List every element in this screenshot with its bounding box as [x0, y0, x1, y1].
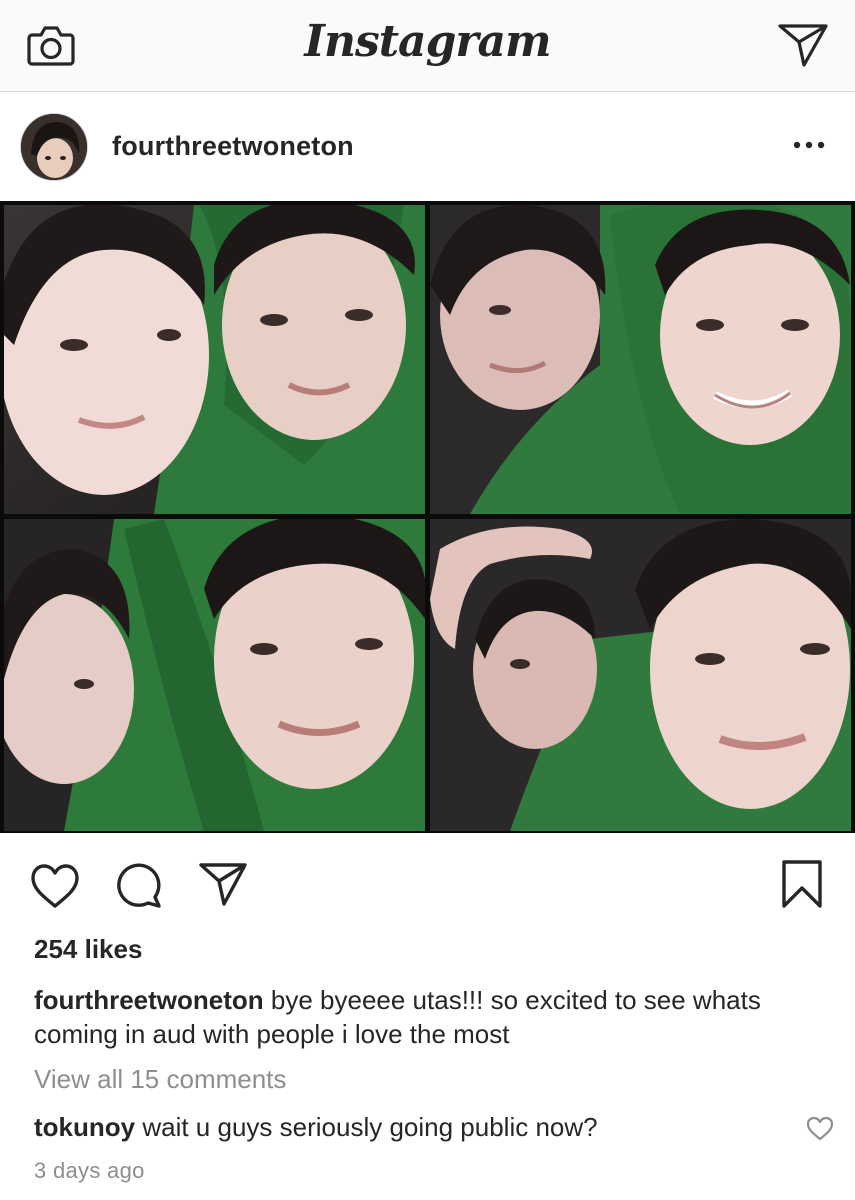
- top-bar: Instagram: [0, 0, 855, 92]
- photo-tile-top-right: [430, 205, 851, 514]
- bookmark-icon[interactable]: [780, 859, 824, 909]
- comment-like-heart-icon[interactable]: [806, 1116, 834, 1142]
- direct-message-icon[interactable]: [777, 22, 829, 68]
- photo-tile-top-left: [4, 205, 425, 514]
- comment-text: wait u guys seriously going public now?: [142, 1112, 598, 1142]
- more-options-icon[interactable]: [792, 138, 826, 152]
- likes-count[interactable]: 254 likes: [34, 934, 142, 965]
- share-icon[interactable]: [198, 861, 248, 907]
- instagram-logo: Instagram: [304, 16, 551, 67]
- view-all-comments-link[interactable]: View all 15 comments: [34, 1064, 286, 1095]
- post-timestamp: 3 days ago: [34, 1158, 145, 1183]
- photo-tile-bottom-left: [4, 519, 425, 831]
- post-caption: fourthreetwoneton bye byeeee utas!!! so …: [34, 983, 824, 1051]
- post-photo[interactable]: [0, 201, 855, 833]
- comment-item: tokunoy wait u guys seriously going publ…: [34, 1112, 794, 1143]
- caption-username[interactable]: fourthreetwoneton: [34, 985, 264, 1015]
- heart-icon[interactable]: [30, 863, 80, 909]
- post-actions: [0, 833, 855, 933]
- avatar[interactable]: [20, 113, 88, 181]
- post-username[interactable]: fourthreetwoneton: [112, 131, 354, 162]
- photo-tile-bottom-right: [430, 519, 851, 831]
- comment-username[interactable]: tokunoy: [34, 1112, 135, 1142]
- comment-icon[interactable]: [114, 863, 162, 909]
- post-header: fourthreetwoneton: [0, 93, 855, 201]
